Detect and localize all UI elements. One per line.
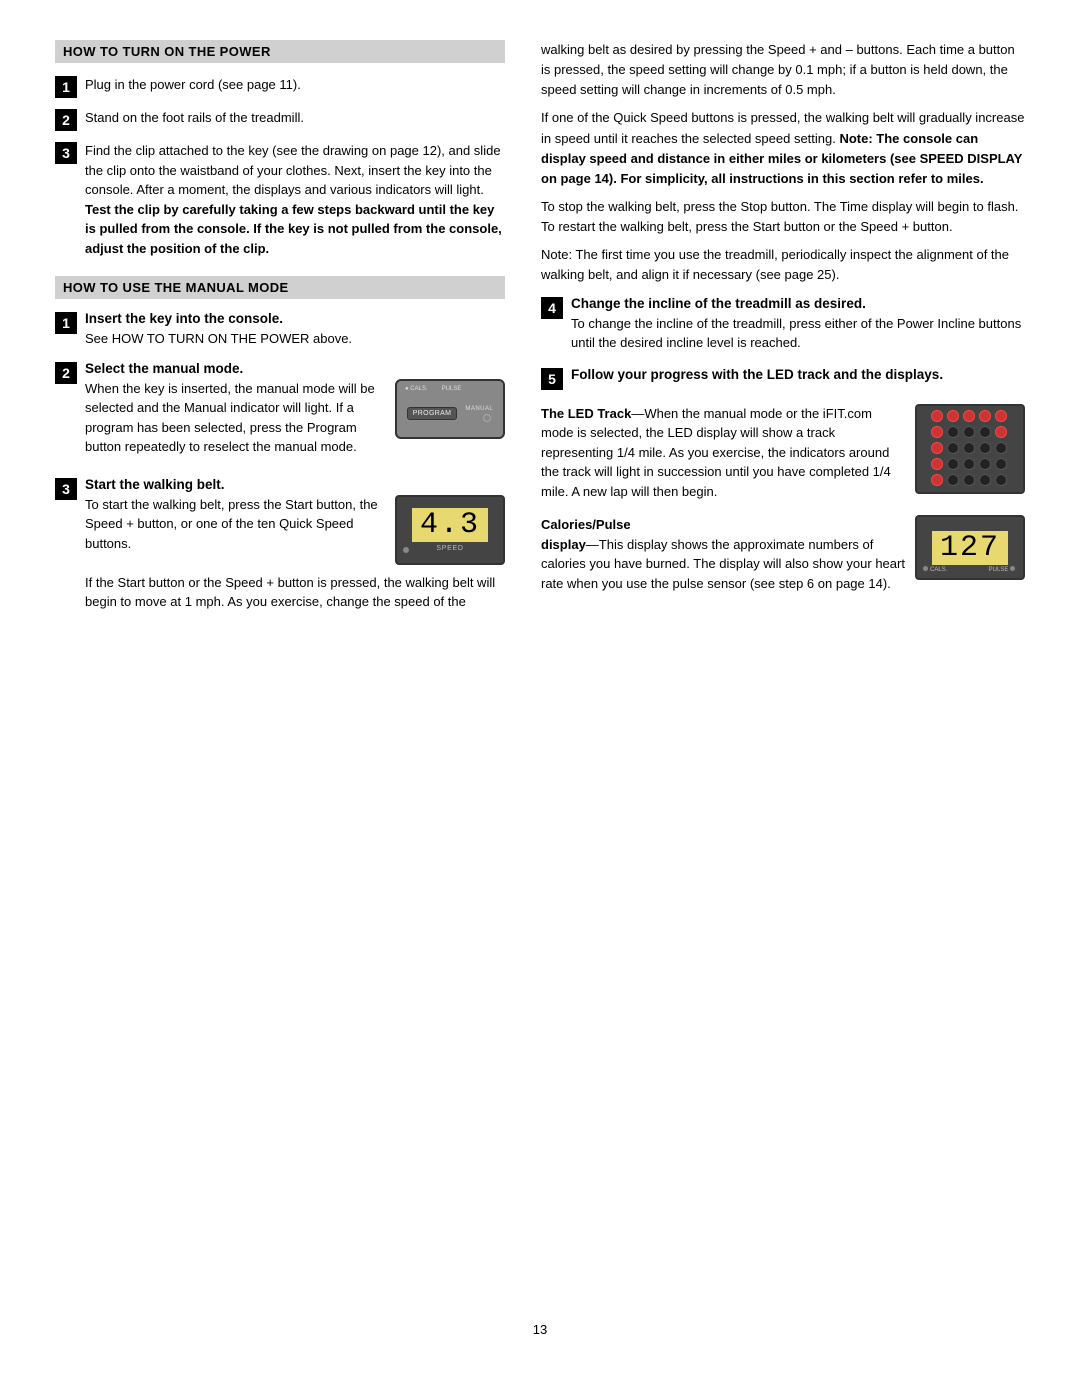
manual-step3-body: To start the walking belt, press the Sta… — [85, 495, 385, 554]
led-dot — [931, 426, 943, 438]
calories-section: Calories/Pulse display—This display show… — [541, 515, 1025, 593]
led-dot — [931, 442, 943, 454]
led-dot — [947, 458, 959, 470]
manual-step-2: 2 Select the manual mode. When the key i… — [55, 361, 505, 465]
led-dot — [963, 442, 975, 454]
manual-dot — [483, 414, 491, 422]
speed-display-image: 4.3 SPEED — [395, 495, 505, 565]
cals-body: display—This display shows the approxima… — [541, 535, 905, 594]
led-dot — [931, 474, 943, 486]
cals-dot — [923, 566, 928, 571]
led-dot — [995, 474, 1007, 486]
led-dot — [931, 410, 943, 422]
cals-sub-title: Calories/Pulse — [541, 517, 631, 532]
step-num-4: 4 — [541, 297, 563, 319]
power-step-2: 2 Stand on the foot rails of the treadmi… — [55, 108, 505, 131]
led-sub-title: The LED Track — [541, 406, 631, 421]
right-step-5: 5 Follow your progress with the LED trac… — [541, 367, 1025, 390]
manual-label: MANUAL — [465, 406, 493, 412]
led-track-section: The LED Track—When the manual mode or th… — [541, 404, 1025, 502]
left-column: HOW TO TURN ON THE POWER 1 Plug in the p… — [55, 40, 505, 1292]
right-para3: To stop the walking belt, press the Stop… — [541, 197, 1025, 237]
step-num-5: 5 — [541, 368, 563, 390]
manual-step2-figure: When the key is inserted, the manual mod… — [85, 379, 505, 457]
led-grid — [931, 410, 1009, 488]
cals-indicator: ● CALS. — [405, 386, 428, 392]
manual-step3-cont: If the Start button or the Speed + butto… — [85, 573, 505, 612]
right-para2: If one of the Quick Speed buttons is pre… — [541, 108, 1025, 189]
led-dot — [931, 458, 943, 470]
led-dot — [979, 458, 991, 470]
led-dot — [979, 474, 991, 486]
step-num-2: 2 — [55, 109, 77, 131]
section2-header: HOW TO USE THE MANUAL MODE — [55, 276, 505, 299]
right-para1: walking belt as desired by pressing the … — [541, 40, 1025, 286]
power-step1-text: Plug in the power cord (see page 11). — [85, 75, 301, 95]
right-para4: Note: The first time you use the treadmi… — [541, 245, 1025, 285]
led-dot — [947, 474, 959, 486]
page-number: 13 — [55, 1322, 1025, 1337]
manual-step-3: 3 Start the walking belt. To start the w… — [55, 477, 505, 612]
cals-display-image: 127 CALS. PULSE — [915, 515, 1025, 580]
console-program-image: ● CALS. PULSE PROGRAM MANUAL — [395, 379, 505, 439]
manual-step-num-3: 3 — [55, 478, 77, 500]
led-dot — [947, 410, 959, 422]
program-button: PROGRAM — [407, 407, 458, 420]
led-dot — [995, 458, 1007, 470]
pulse-indicator: PULSE — [442, 386, 462, 392]
manual-step-1: 1 Insert the key into the console. See H… — [55, 311, 505, 349]
speed-number: 4.3 — [412, 508, 488, 542]
manual-step2-body: When the key is inserted, the manual mod… — [85, 379, 385, 457]
led-dot — [947, 426, 959, 438]
manual-step-num-2: 2 — [55, 362, 77, 384]
led-dot — [963, 474, 975, 486]
right-column: walking belt as desired by pressing the … — [541, 40, 1025, 1292]
manual-step1-body: See HOW TO TURN ON THE POWER above. — [85, 329, 505, 349]
section1-header: HOW TO TURN ON THE POWER — [55, 40, 505, 63]
cals-label-row: CALS. PULSE — [917, 566, 1023, 573]
led-dot — [995, 442, 1007, 454]
step-num-3: 3 — [55, 142, 77, 164]
power-step2-text: Stand on the foot rails of the treadmill… — [85, 108, 304, 128]
step5-title: Follow your progress with the LED track … — [571, 367, 1025, 382]
cals-number: 127 — [932, 531, 1008, 565]
power-step-1: 1 Plug in the power cord (see page 11). — [55, 75, 505, 98]
led-dot — [995, 426, 1007, 438]
led-track-image — [915, 404, 1025, 494]
speed-dot — [403, 547, 409, 553]
manual-step3-title: Start the walking belt. — [85, 477, 505, 492]
power-step-3: 3 Find the clip attached to the key (see… — [55, 141, 505, 258]
led-dot — [995, 410, 1007, 422]
manual-step2-title: Select the manual mode. — [85, 361, 505, 376]
step5-content: Follow your progress with the LED track … — [571, 367, 1025, 385]
led-dot — [963, 426, 975, 438]
page: HOW TO TURN ON THE POWER 1 Plug in the p… — [0, 0, 1080, 1397]
led-dot — [979, 442, 991, 454]
manual-step-num-1: 1 — [55, 312, 77, 334]
step4-content: Change the incline of the treadmill as d… — [571, 296, 1025, 353]
pulse-label: PULSE — [989, 566, 1017, 573]
led-track-text: The LED Track—When the manual mode or th… — [541, 404, 905, 502]
led-dot — [979, 410, 991, 422]
cals-label: CALS. — [923, 566, 947, 573]
calories-figure: Calories/Pulse display—This display show… — [541, 515, 1025, 593]
right-step-4: 4 Change the incline of the treadmill as… — [541, 296, 1025, 353]
calories-text: Calories/Pulse display—This display show… — [541, 515, 905, 593]
step4-body: To change the incline of the treadmill, … — [571, 314, 1025, 353]
speed-label: SPEED — [436, 545, 463, 552]
step-num-1: 1 — [55, 76, 77, 98]
step4-title: Change the incline of the treadmill as d… — [571, 296, 1025, 311]
power-step3-text: Find the clip attached to the key (see t… — [85, 141, 505, 258]
led-dot — [979, 426, 991, 438]
manual-step3-figure: To start the walking belt, press the Sta… — [85, 495, 505, 565]
led-dot — [963, 410, 975, 422]
manual-step1-title: Insert the key into the console. — [85, 311, 505, 326]
led-dot — [947, 442, 959, 454]
pulse-dot — [1010, 566, 1015, 571]
led-dot — [963, 458, 975, 470]
